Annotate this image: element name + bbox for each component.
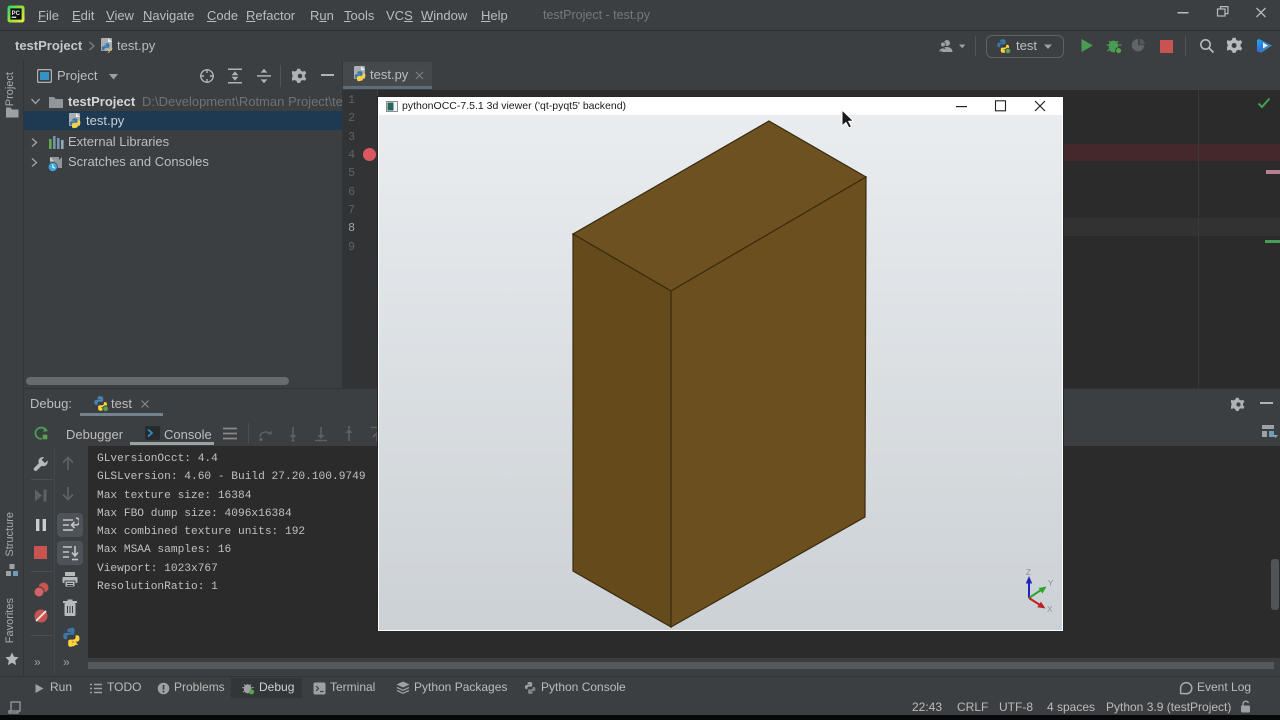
svg-text:Z: Z: [1026, 568, 1031, 577]
svg-text:Y: Y: [1048, 579, 1054, 588]
svg-text:X: X: [1047, 605, 1053, 614]
svg-text:PC: PC: [12, 11, 21, 17]
